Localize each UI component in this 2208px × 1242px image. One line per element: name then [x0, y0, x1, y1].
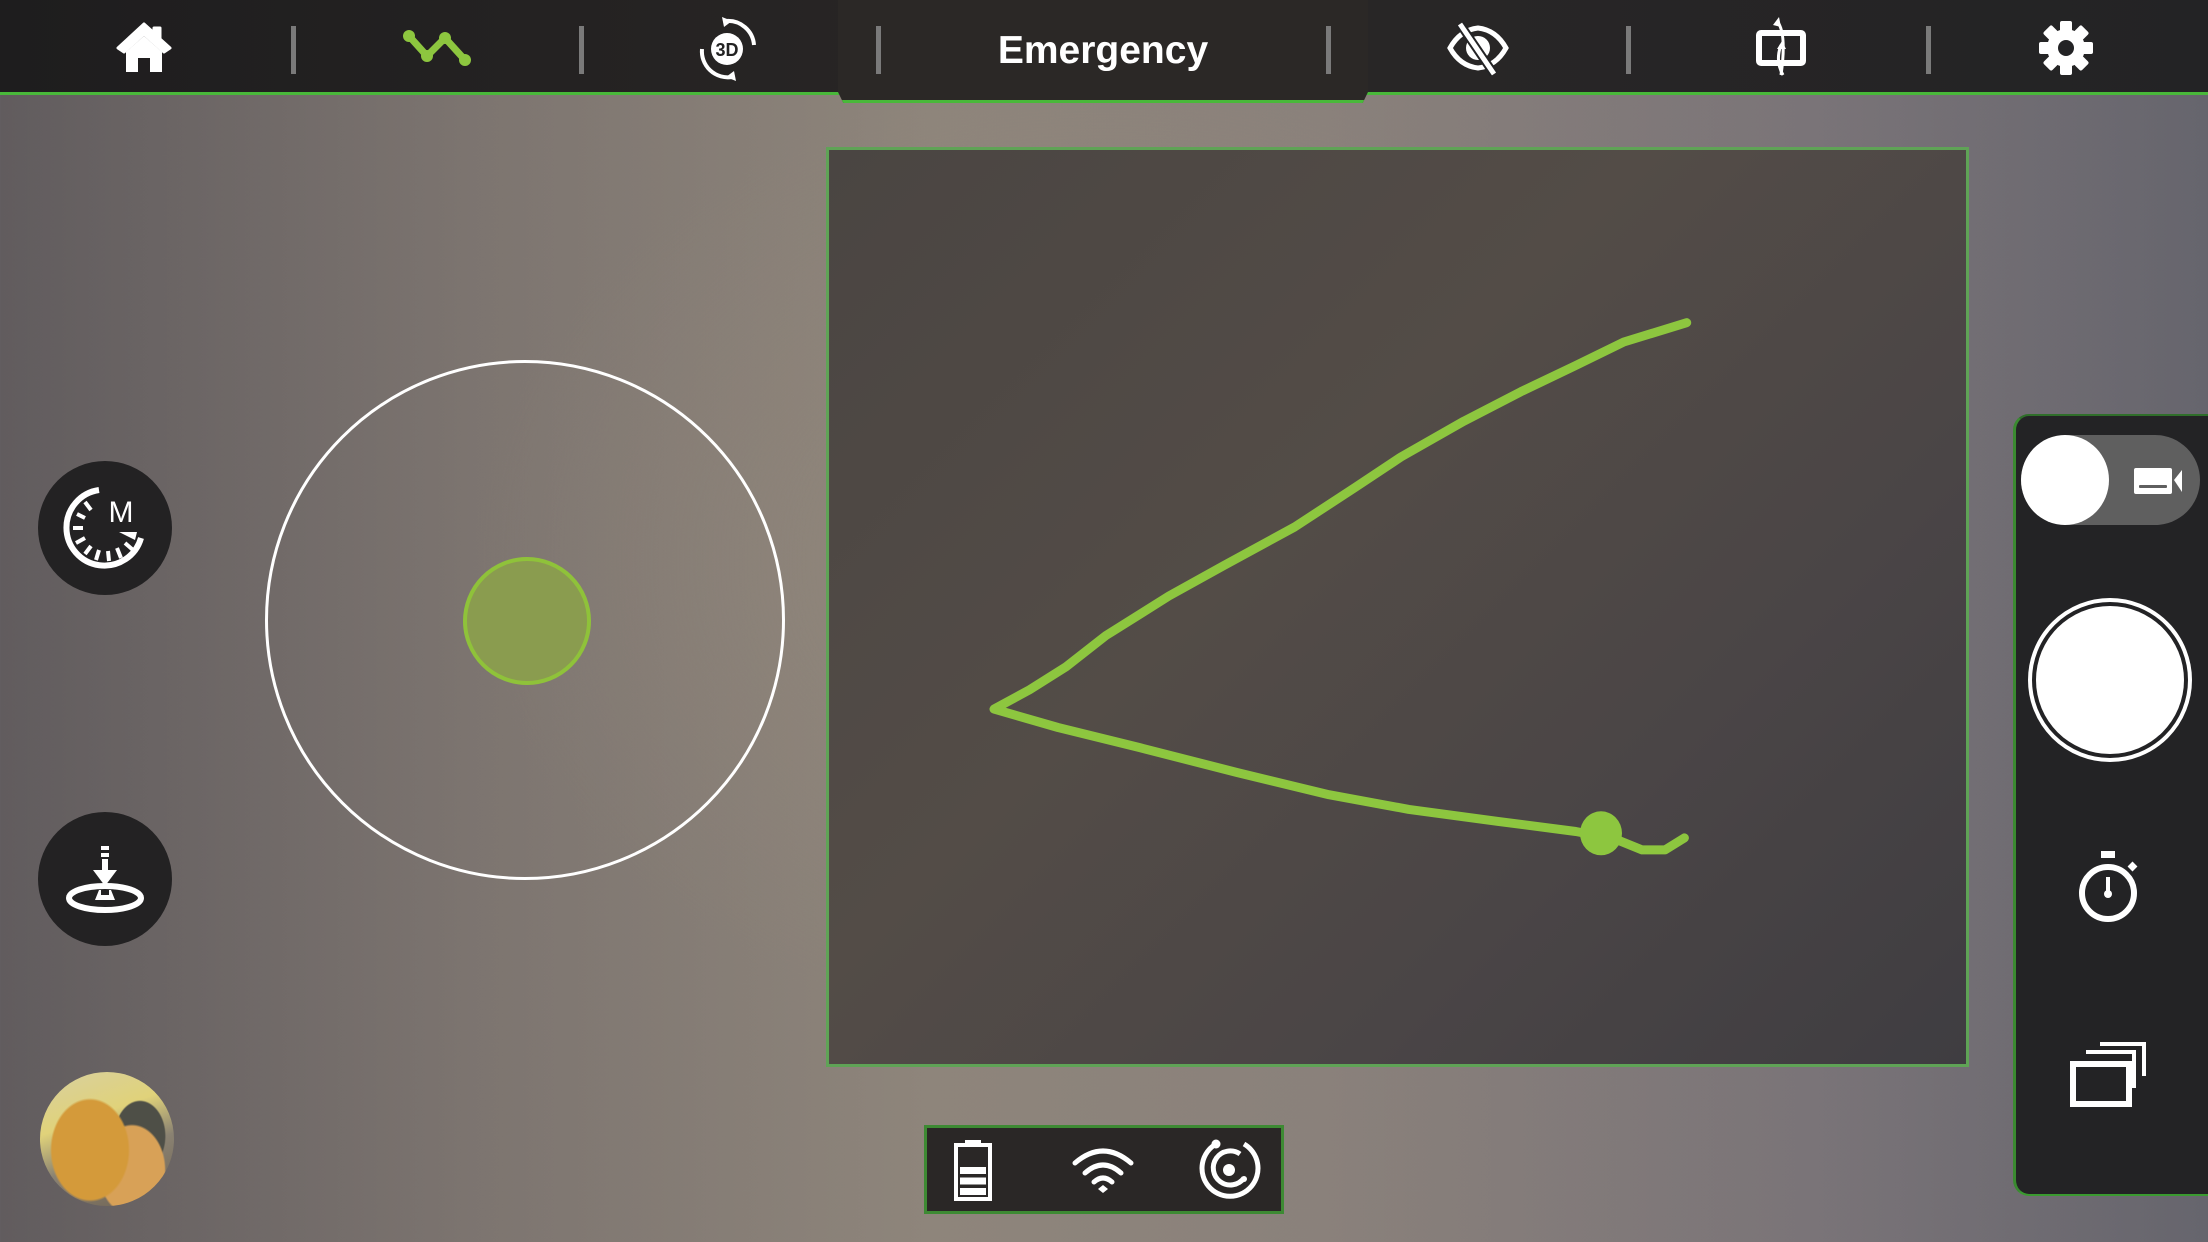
speed-mode-label: M [109, 496, 134, 529]
toggle-knob[interactable] [2021, 435, 2109, 525]
wifi-indicator [1063, 1138, 1143, 1202]
rotate-screen-button[interactable] [1731, 12, 1831, 84]
toolbar-separator [291, 26, 296, 74]
3d-flip-button[interactable]: 3D [679, 12, 779, 84]
home-icon [116, 22, 172, 72]
speed-mode-button[interactable]: M [38, 461, 172, 595]
stopwatch-icon [2079, 851, 2138, 922]
battery-icon [954, 1140, 992, 1201]
hide-view-button[interactable] [1428, 12, 1528, 84]
toolbar-separator [1326, 26, 1331, 74]
path-flight-button[interactable] [387, 12, 487, 84]
video-mode-indicator [2128, 460, 2188, 500]
eye-off-icon [1447, 21, 1509, 76]
flight-path-layer [989, 318, 1692, 856]
gps-signal-indicator [1190, 1138, 1270, 1202]
toolbar-separator [1926, 26, 1931, 74]
settings-button[interactable] [2016, 12, 2116, 84]
battery-indicator [933, 1138, 1013, 1202]
video-camera-icon [2134, 468, 2182, 494]
timer-button[interactable] [2070, 845, 2150, 929]
speed-mode-icon: M [63, 487, 144, 569]
path-waypoint-icon [403, 30, 471, 66]
toolbar-separator [876, 26, 881, 74]
status-bar [924, 1125, 1284, 1214]
home-button[interactable] [94, 12, 194, 84]
wifi-icon [1072, 1148, 1134, 1193]
toolbar-separator [579, 26, 584, 74]
toolbar-separator [1626, 26, 1631, 74]
gallery-button[interactable] [2066, 1035, 2150, 1115]
battery-bar [960, 1188, 986, 1195]
joystick-knob[interactable] [463, 557, 591, 685]
shutter-inner [2036, 606, 2184, 754]
landing-pad-icon [66, 846, 144, 913]
gps-signal-icon [1199, 1139, 1261, 1199]
screen-rotate-icon [1756, 17, 1806, 76]
gear-icon [2039, 21, 2093, 75]
capture-button[interactable] [2028, 598, 2192, 762]
media-thumbnail[interactable] [40, 1072, 174, 1206]
3d-rotate-icon: 3D [699, 17, 756, 81]
emergency-button[interactable]: Emergency [948, 20, 1258, 82]
battery-bar [960, 1167, 986, 1174]
gallery-stack-icon [2070, 1042, 2146, 1107]
svg-text:3D: 3D [715, 40, 738, 60]
drone-position-marker[interactable] [1580, 811, 1622, 856]
flight-path-line [989, 318, 1692, 855]
landing-button[interactable] [38, 812, 172, 946]
battery-bar [960, 1177, 986, 1185]
